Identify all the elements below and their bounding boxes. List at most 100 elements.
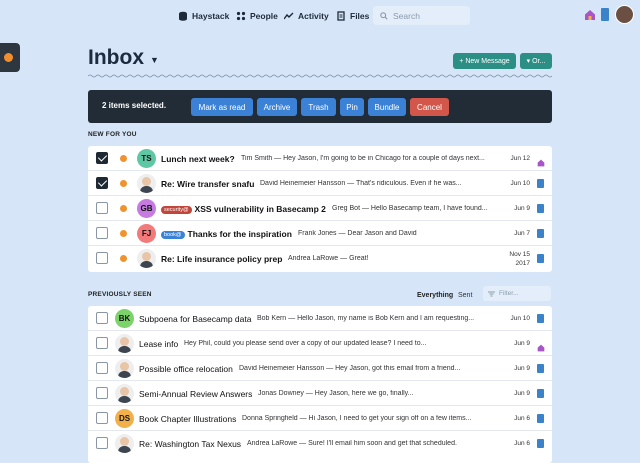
bundle-label: Bundle (374, 102, 400, 112)
message-snippet: Bob Kern — Hello Jason, my name is Bob K… (257, 315, 475, 322)
avatar: TS (137, 149, 156, 168)
page-title[interactable]: Inbox ▼ (88, 46, 159, 70)
user-avatar[interactable] (615, 5, 634, 24)
doc-icon (537, 254, 544, 263)
select-checkbox[interactable] (96, 227, 108, 239)
date-line: Jun 9 (514, 365, 530, 372)
list-item[interactable]: Re: Wire transfer snafu David Heinemeier … (88, 171, 552, 196)
avatar: GB (137, 199, 156, 218)
filter-input[interactable]: Filter... (483, 286, 551, 301)
avatar (115, 334, 134, 353)
trash-button[interactable]: Trash (301, 98, 336, 116)
side-panel-tab[interactable] (0, 43, 20, 72)
select-checkbox[interactable] (96, 202, 108, 214)
date-line: Jun 9 (514, 390, 530, 397)
pin-label: Pin (346, 102, 358, 112)
message-date: Jun 10 (510, 315, 530, 322)
list-item[interactable]: DS Book Chapter Illustrations Donna Spring… (88, 406, 552, 431)
nav-files[interactable]: Files (336, 9, 369, 23)
list-item[interactable]: Re: Washington Tax Nexus Andrea LaRowe — … (88, 431, 552, 456)
list-item[interactable]: Re: Life insurance policy prep Andrea LaR… (88, 246, 552, 271)
nav-files-label: Files (350, 11, 370, 21)
message-snippet: Tim Smith — Hey Jason, I'm going to be i… (241, 155, 485, 162)
date-line: Jun 7 (514, 230, 530, 237)
date-line: Jun 12 (510, 155, 530, 162)
doc-icon (537, 229, 544, 238)
select-checkbox[interactable] (96, 177, 108, 189)
select-checkbox[interactable] (96, 387, 108, 399)
mark-as-read-button[interactable]: Mark as read (191, 98, 253, 116)
everything-tab[interactable]: Everything (417, 292, 453, 299)
list-item[interactable]: TS Lunch next week? Tim Smith — Hey Jason,… (88, 146, 552, 171)
doc-icon (537, 204, 544, 213)
message-snippet: Andrea LaRowe — Great! (288, 255, 369, 262)
avatar (115, 359, 134, 378)
filter-placeholder: Filter... (499, 290, 519, 297)
chevron-down-icon: ▼ (150, 55, 159, 65)
list-item[interactable]: FJ book@ Thanks for the inspiration Frank J… (88, 221, 552, 246)
sent-tab[interactable]: Sent (458, 292, 472, 299)
doc-icon (537, 314, 544, 323)
page-title-text: Inbox (88, 46, 144, 69)
message-subject-text: XSS vulnerability in Basecamp 2 (194, 204, 326, 214)
select-checkbox[interactable] (96, 252, 108, 264)
or-menu-button[interactable]: ▾ Or... (520, 53, 552, 69)
archive-button[interactable]: Archive (257, 98, 297, 116)
hey-home-icon[interactable] (584, 9, 596, 21)
search-input[interactable]: Search (373, 6, 470, 25)
wavy-divider (88, 74, 552, 78)
message-subject: security@ XSS vulnerability in Basecamp 2 (161, 204, 326, 214)
select-checkbox[interactable] (96, 437, 108, 449)
list-item[interactable]: GB security@ XSS vulnerability in Basecamp… (88, 196, 552, 221)
date-line: Jun 6 (514, 415, 530, 422)
select-checkbox[interactable] (96, 362, 108, 374)
message-date: Jun 6 (514, 415, 530, 422)
list-item[interactable]: Semi-Annual Review Answers Jonas Downey —… (88, 381, 552, 406)
nav-haystack[interactable]: Haystack (178, 9, 229, 23)
status-dot (4, 53, 13, 62)
cancel-button[interactable]: Cancel (410, 98, 449, 116)
message-date: Jun 12 (510, 155, 530, 162)
select-checkbox[interactable] (96, 337, 108, 349)
message-date: Jun 6 (514, 440, 530, 447)
message-subject: Semi-Annual Review Answers (139, 389, 252, 399)
pin-button[interactable]: Pin (340, 98, 364, 116)
bundle-button[interactable]: Bundle (368, 98, 406, 116)
avatar (115, 434, 134, 453)
message-subject-text: Book Chapter Illustrations (139, 414, 237, 424)
activity-icon (284, 12, 294, 20)
message-snippet: Frank Jones — Dear Jason and David (298, 230, 417, 237)
paper-trail-icon[interactable] (601, 8, 609, 21)
doc-icon (537, 439, 544, 448)
new-message-label: + New Message (459, 57, 510, 65)
message-subject: Re: Life insurance policy prep (161, 254, 282, 264)
trash-label: Trash (308, 102, 329, 112)
message-date: Jun 7 (514, 230, 530, 237)
message-subject-text: Re: Life insurance policy prep (161, 254, 283, 264)
select-checkbox[interactable] (96, 152, 108, 164)
avatar: DS (115, 409, 134, 428)
message-snippet: Jonas Downey — Hey Jason, here we go, fi… (258, 390, 414, 397)
search-icon (380, 11, 388, 20)
doc-icon (537, 364, 544, 373)
unread-dot (120, 205, 127, 212)
message-date: Nov 15 2017 (509, 250, 530, 268)
date-line: Jun 10 (510, 315, 530, 322)
message-subject: book@ Thanks for the inspiration (161, 229, 292, 239)
list-item[interactable]: Possible office relocation David Heinemei… (88, 356, 552, 381)
filter-icon (488, 291, 495, 296)
message-date: Jun 9 (514, 340, 530, 347)
list-item[interactable]: BK Subpoena for Basecamp data Bob Kern — H… (88, 306, 552, 331)
doc-icon (537, 389, 544, 398)
select-checkbox[interactable] (96, 312, 108, 324)
nav-activity[interactable]: Activity (284, 9, 329, 23)
search-placeholder: Search (393, 10, 420, 21)
nav-people[interactable]: People (236, 9, 278, 23)
message-subject-text: Re: Washington Tax Nexus (139, 439, 242, 449)
select-checkbox[interactable] (96, 412, 108, 424)
selection-bar: 2 items selected. Mark as read Archive T… (88, 90, 552, 123)
chevron-down-icon: ▾ (526, 58, 531, 65)
new-message-button[interactable]: + New Message (453, 53, 516, 69)
message-snippet: Donna Springfield — Hi Jason, I need to … (242, 415, 472, 422)
list-item[interactable]: Lease info Hey Phil, could you please sen… (88, 331, 552, 356)
